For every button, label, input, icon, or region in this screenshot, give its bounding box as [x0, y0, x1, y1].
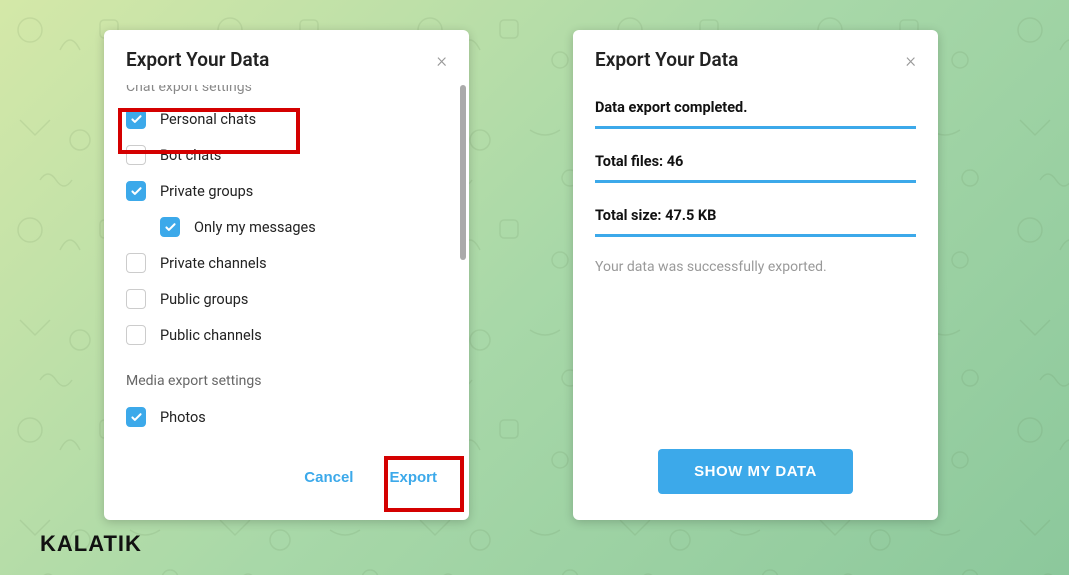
dialog-body: Data export completed. Total files: 46 T… — [573, 85, 938, 275]
checkbox-label: Only my messages — [194, 219, 316, 236]
checkbox-icon — [126, 109, 146, 129]
checkbox-label: Private groups — [160, 183, 253, 200]
watermark-logo: KALATIK — [40, 531, 142, 557]
checkbox-only-my-messages[interactable]: Only my messages — [126, 209, 447, 245]
section-media-export: Media export settings — [126, 373, 447, 389]
checkbox-label: Public groups — [160, 291, 248, 308]
export-button[interactable]: Export — [375, 459, 451, 496]
checkbox-label: Public channels — [160, 327, 262, 344]
success-message: Your data was successfully exported. — [595, 259, 916, 275]
checkbox-personal-chats[interactable]: Personal chats — [126, 101, 447, 137]
close-icon[interactable]: × — [437, 50, 447, 70]
dialog-footer: Cancel Export — [104, 455, 469, 508]
section-chat-export: Chat export settings — [126, 85, 447, 95]
checkbox-icon — [126, 289, 146, 309]
checkbox-icon — [126, 145, 146, 165]
checkbox-bot-chats[interactable]: Bot chats — [126, 137, 447, 173]
checkbox-label: Bot chats — [160, 147, 221, 164]
checkbox-icon — [160, 217, 180, 237]
cancel-button[interactable]: Cancel — [290, 459, 367, 496]
show-my-data-button[interactable]: SHOW MY DATA — [658, 449, 853, 494]
scrollbar[interactable] — [460, 85, 466, 260]
checkbox-icon — [126, 325, 146, 345]
dialog-body: Chat export settings Personal chats Bot … — [104, 85, 469, 455]
dialog-footer: SHOW MY DATA — [573, 449, 938, 494]
dialog-header: Export Your Data × — [104, 30, 469, 85]
checkbox-label: Personal chats — [160, 111, 256, 128]
checkbox-label: Photos — [160, 409, 206, 426]
dialog-title: Export Your Data — [126, 48, 269, 71]
status-export-completed: Data export completed. — [595, 93, 916, 129]
dialog-title: Export Your Data — [595, 48, 738, 71]
checkbox-icon — [126, 181, 146, 201]
checkbox-public-groups[interactable]: Public groups — [126, 281, 447, 317]
checkbox-photos[interactable]: Photos — [126, 399, 447, 435]
status-total-size: Total size: 47.5 KB — [595, 201, 916, 237]
checkbox-icon — [126, 253, 146, 273]
status-total-files: Total files: 46 — [595, 147, 916, 183]
checkbox-label: Private channels — [160, 255, 267, 272]
checkbox-public-channels[interactable]: Public channels — [126, 317, 447, 353]
checkbox-private-groups[interactable]: Private groups — [126, 173, 447, 209]
checkbox-icon — [126, 407, 146, 427]
dialog-header: Export Your Data × — [573, 30, 938, 85]
export-complete-dialog: Export Your Data × Data export completed… — [573, 30, 938, 520]
close-icon[interactable]: × — [906, 50, 916, 70]
checkbox-private-channels[interactable]: Private channels — [126, 245, 447, 281]
export-settings-dialog: Export Your Data × Chat export settings … — [104, 30, 469, 520]
